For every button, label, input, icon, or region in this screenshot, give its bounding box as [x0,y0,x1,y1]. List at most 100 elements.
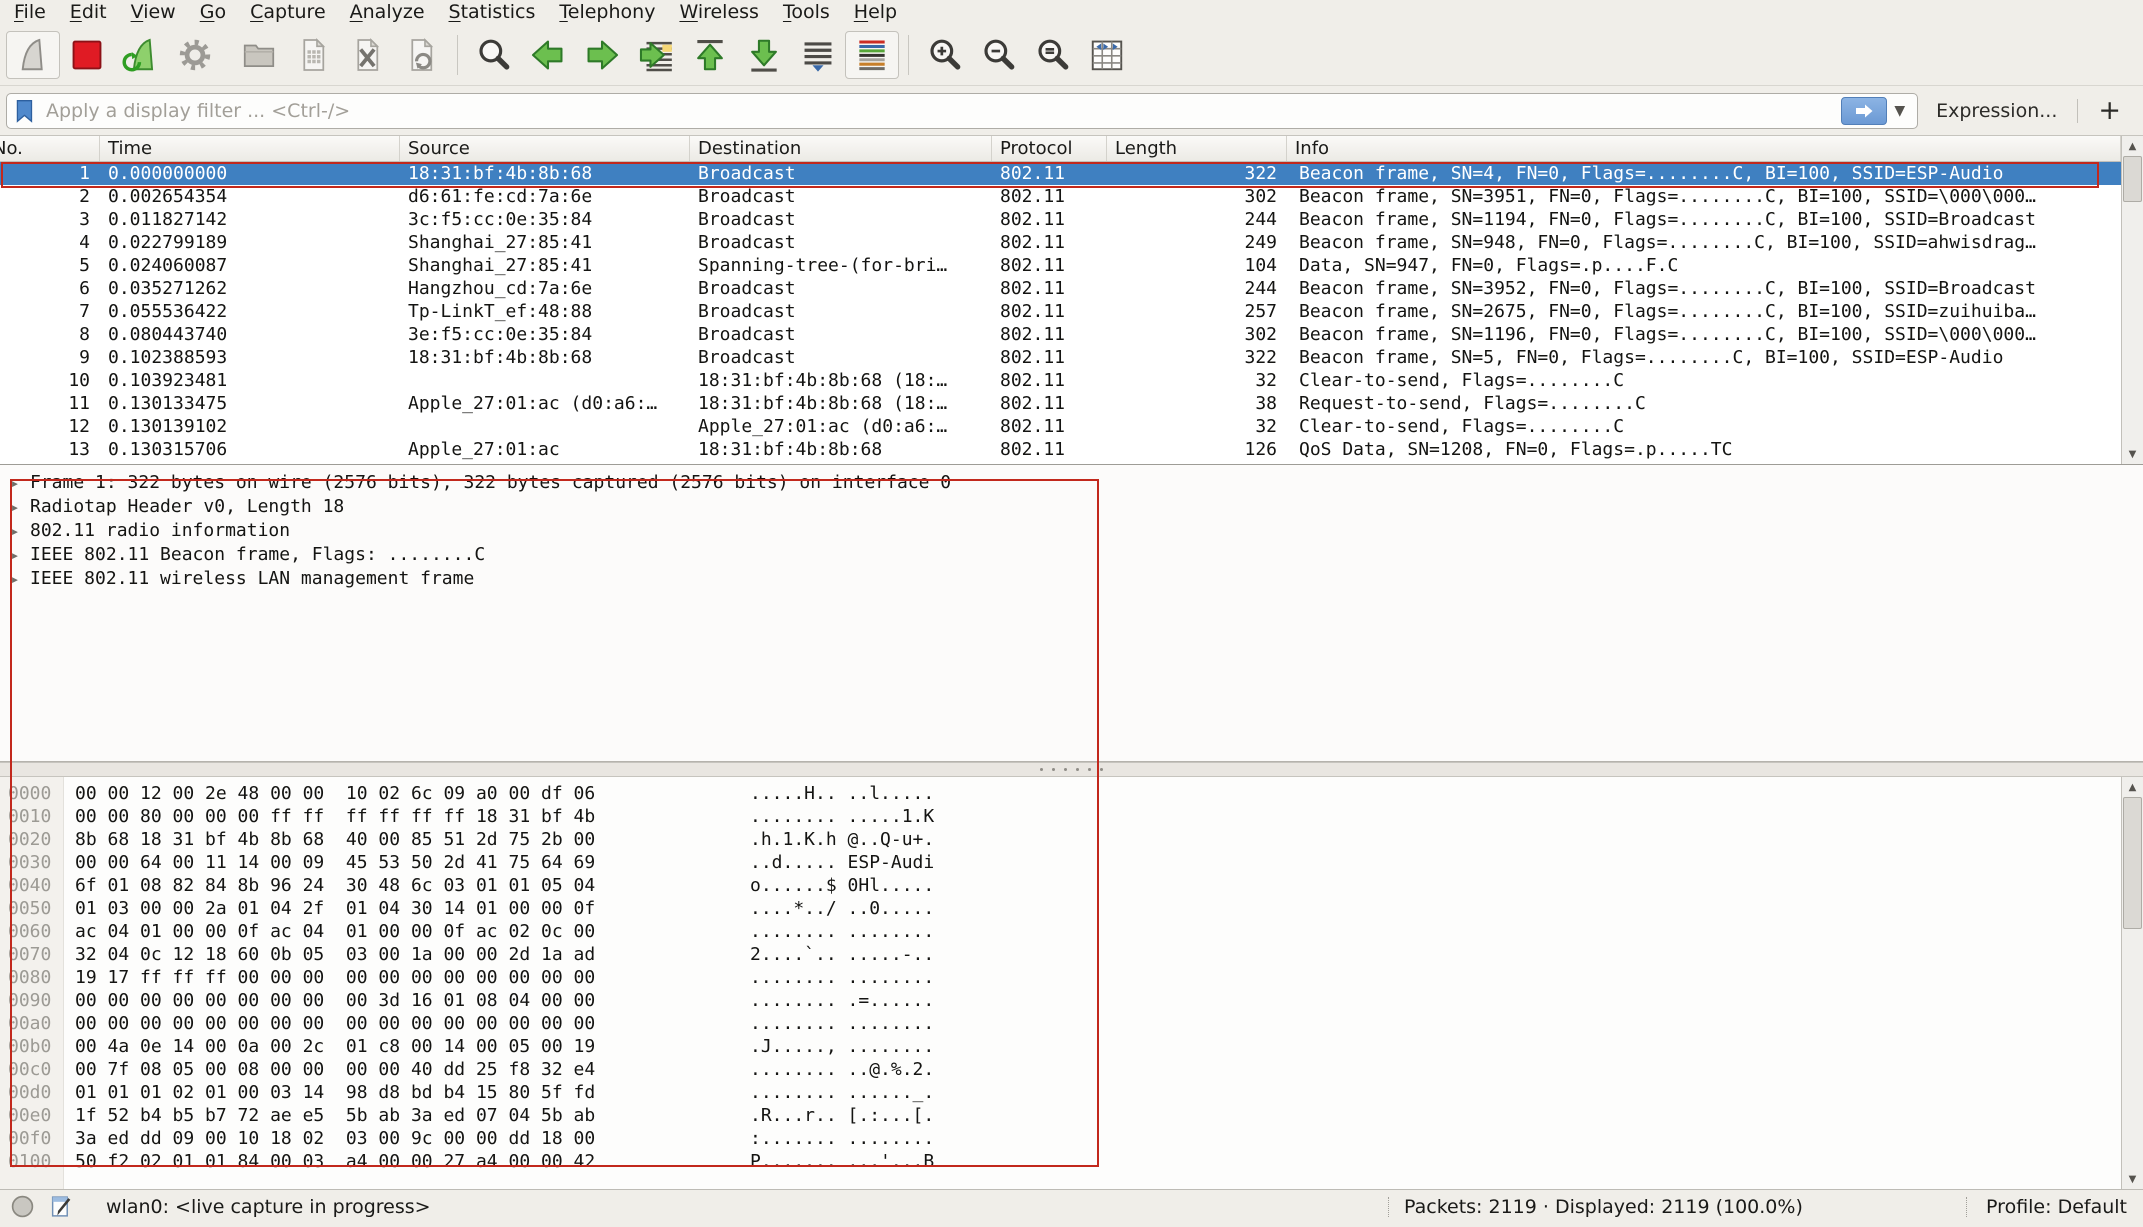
column-header-protocol[interactable]: Protocol [992,136,1107,161]
zoom-reset-icon[interactable] [1026,31,1080,79]
column-header-length[interactable]: Length [1107,136,1287,161]
capture-options-icon[interactable] [168,31,222,79]
capture-comment-icon[interactable] [49,1194,74,1219]
go-last-packet-icon[interactable] [737,31,791,79]
hex-line[interactable]: 00c000 7f 08 05 00 08 00 00 00 00 40 dd … [0,1058,2143,1081]
go-forward-icon[interactable] [575,31,629,79]
scrollbar-track[interactable] [2122,797,2143,1169]
start-capture-icon[interactable] [6,31,60,79]
scroll-down-icon[interactable]: ▼ [2122,1169,2143,1189]
hex-line[interactable]: 001000 00 80 00 00 00 ff ff ff ff ff ff … [0,805,2143,828]
filter-bookmark-icon[interactable] [12,98,38,124]
expression-button[interactable]: Expression... [1936,100,2057,122]
packet-row[interactable]: 80.0804437403e:f5:cc:0e:35:84Broadcast80… [0,323,2143,346]
packet-row[interactable]: 100.10392348118:31:bf:4b:8b:68 (18:…802.… [0,369,2143,392]
detail-line[interactable]: ▸IEEE 802.11 wireless LAN management fra… [0,567,2143,591]
save-file-icon[interactable] [286,31,340,79]
packet-row[interactable]: 10.00000000018:31:bf:4b:8b:68Broadcast80… [0,162,2143,185]
expand-arrow-icon[interactable]: ▸ [0,495,30,519]
packet-row[interactable]: 50.024060087Shanghai_27:85:41Spanning-tr… [0,254,2143,277]
hex-line[interactable]: 005001 03 00 00 2a 01 04 2f 01 04 30 14 … [0,897,2143,920]
hex-line[interactable]: 007032 04 0c 12 18 60 0b 05 03 00 1a 00 … [0,943,2143,966]
restart-capture-icon[interactable] [114,31,168,79]
reload-file-icon[interactable] [394,31,448,79]
scroll-up-icon[interactable]: ▲ [2122,136,2143,156]
packet-row[interactable]: 120.130139102Apple_27:01:ac (d0:a6:…802.… [0,415,2143,438]
detail-line[interactable]: ▸IEEE 802.11 Beacon frame, Flags: ......… [0,543,2143,567]
menu-go[interactable]: Go [188,1,238,23]
hex-line[interactable]: 00a000 00 00 00 00 00 00 00 00 00 00 00 … [0,1012,2143,1035]
menu-file[interactable]: File [2,1,58,23]
hex-line[interactable]: 009000 00 00 00 00 00 00 00 00 3d 16 01 … [0,989,2143,1012]
hex-line[interactable]: 00f03a ed dd 09 00 10 18 02 03 00 9c 00 … [0,1127,2143,1150]
hex-line[interactable]: 00406f 01 08 82 84 8b 96 24 30 48 6c 03 … [0,874,2143,897]
detail-line[interactable]: ▸Frame 1: 322 bytes on wire (2576 bits),… [0,471,2143,495]
menu-wireless[interactable]: Wireless [667,1,771,23]
menu-view[interactable]: View [119,1,188,23]
find-packet-icon[interactable] [467,31,521,79]
packet-row[interactable]: 60.035271262Hangzhou_cd:7a:6eBroadcast80… [0,277,2143,300]
packet-row[interactable]: 70.055536422Tp-LinkT_ef:48:88Broadcast80… [0,300,2143,323]
menu-tools[interactable]: Tools [771,1,842,23]
packet-row[interactable]: 130.130315706Apple_27:01:ac18:31:bf:4b:8… [0,438,2143,461]
detail-line[interactable]: ▸802.11 radio information [0,519,2143,543]
column-header-time[interactable]: Time [100,136,400,161]
open-file-icon[interactable] [232,31,286,79]
hex-line[interactable]: 010050 f2 02 01 01 84 00 03 a4 00 00 27 … [0,1150,2143,1173]
expand-arrow-icon[interactable]: ▸ [0,543,30,567]
auto-scroll-icon[interactable] [791,31,845,79]
go-first-packet-icon[interactable] [683,31,737,79]
menu-help[interactable]: Help [842,1,909,23]
packet-row[interactable]: 30.0118271423c:f5:cc:0e:35:84Broadcast80… [0,208,2143,231]
menu-telephony[interactable]: Telephony [547,1,667,23]
hex-line[interactable]: 00208b 68 18 31 bf 4b 8b 68 40 00 85 51 … [0,828,2143,851]
scroll-up-icon[interactable]: ▲ [2122,777,2143,797]
go-to-packet-icon[interactable] [629,31,683,79]
pane-splitter[interactable] [0,762,2143,777]
expand-arrow-icon[interactable]: ▸ [0,519,30,543]
hex-line[interactable]: 000000 00 12 00 2e 48 00 00 10 02 6c 09 … [0,782,2143,805]
menu-statistics[interactable]: Statistics [437,1,548,23]
column-header-no[interactable]: No. [0,136,100,161]
go-back-icon[interactable] [521,31,575,79]
resize-columns-icon[interactable] [1080,31,1134,79]
profile-text[interactable]: Profile: Default [1986,1196,2127,1218]
menu-capture[interactable]: Capture [238,1,338,23]
expand-arrow-icon[interactable]: ▸ [0,567,30,591]
detail-line[interactable]: ▸Radiotap Header v0, Length 18 [0,495,2143,519]
scrollbar-track[interactable] [2122,156,2143,444]
hex-scrollbar[interactable]: ▲ ▼ [2121,777,2143,1189]
apply-filter-button[interactable] [1841,97,1887,125]
display-filter-field[interactable]: ▼ [6,93,1918,129]
hex-line[interactable]: 008019 17 ff ff ff 00 00 00 00 00 00 00 … [0,966,2143,989]
expert-info-icon[interactable] [10,1194,35,1219]
filter-dropdown-icon[interactable]: ▼ [1887,103,1912,119]
menu-analyze[interactable]: Analyze [338,1,437,23]
scroll-down-icon[interactable]: ▼ [2122,444,2143,464]
display-filter-input[interactable] [38,100,1841,122]
hex-line[interactable]: 00e01f 52 b4 b5 b7 72 ae e5 5b ab 3a ed … [0,1104,2143,1127]
packet-row[interactable]: 20.002654354d6:61:fe:cd:7a:6eBroadcast80… [0,185,2143,208]
hex-line[interactable]: 003000 00 64 00 11 14 00 09 45 53 50 2d … [0,851,2143,874]
zoom-in-icon[interactable] [918,31,972,79]
packet-list-scrollbar[interactable]: ▲ ▼ [2121,136,2143,464]
stop-capture-icon[interactable] [60,31,114,79]
scrollbar-thumb[interactable] [2123,797,2142,929]
column-header-info[interactable]: Info [1287,136,2121,161]
packet-cell: Spanning-tree-(for-bri… [690,254,992,277]
column-header-destination[interactable]: Destination [690,136,992,161]
scrollbar-thumb[interactable] [2123,156,2142,202]
hex-line[interactable]: 0060ac 04 01 00 00 0f ac 04 01 00 00 0f … [0,920,2143,943]
expand-arrow-icon[interactable]: ▸ [0,471,30,495]
close-file-icon[interactable] [340,31,394,79]
add-filter-button[interactable]: + [2098,97,2121,124]
packet-row[interactable]: 40.022799189Shanghai_27:85:41Broadcast80… [0,231,2143,254]
packet-row[interactable]: 90.10238859318:31:bf:4b:8b:68Broadcast80… [0,346,2143,369]
hex-line[interactable]: 00b000 4a 0e 14 00 0a 00 2c 01 c8 00 14 … [0,1035,2143,1058]
colorize-icon[interactable] [845,31,899,79]
packet-row[interactable]: 110.130133475Apple_27:01:ac (d0:a6:…18:3… [0,392,2143,415]
hex-line[interactable]: 00d001 01 01 02 01 00 03 14 98 d8 bd b4 … [0,1081,2143,1104]
column-header-source[interactable]: Source [400,136,690,161]
zoom-out-icon[interactable] [972,31,1026,79]
menu-edit[interactable]: Edit [58,1,119,23]
